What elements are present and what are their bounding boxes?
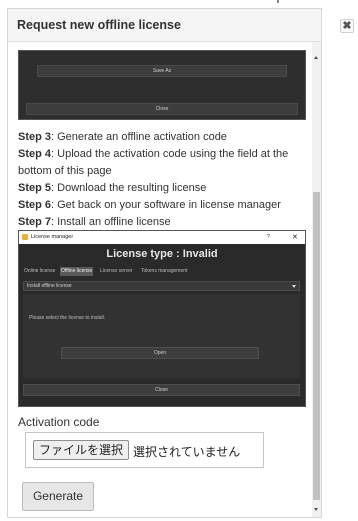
scroll-thumb[interactable]: [313, 192, 320, 500]
tab-offline-license: Offline license: [60, 267, 94, 276]
divider: [277, 0, 279, 3]
step-line: Step 3: Generate an offline activation c…: [18, 131, 227, 143]
license-manager-titlebar: License manager ? ✕: [19, 231, 305, 244]
open-button-image: Open: [61, 347, 259, 359]
screenshot-license-manager: License manager ? ✕ License type : Inval…: [18, 230, 306, 407]
step-line: Step 6: Get back on your software in lic…: [18, 199, 281, 211]
step-line: Step 4: Upload the activation code using…: [18, 148, 289, 160]
close-button-image: Close: [23, 384, 300, 396]
dialog-header: Request new offline license: [8, 9, 321, 42]
dialog-close-button[interactable]: ✖: [340, 19, 354, 33]
chevron-down-icon: [292, 285, 296, 288]
scroll-down-icon[interactable]: [314, 508, 318, 511]
license-action-select: Install offline license: [23, 281, 300, 291]
instruction-steps: Step 3: Generate an offline activation c…: [18, 129, 308, 231]
close-button-image: Close: [26, 103, 298, 115]
tab-license-server: License server: [100, 268, 133, 274]
select-license-note: Please select the license to install.: [29, 315, 106, 321]
app-icon: [22, 234, 28, 240]
activation-file-input: ファイルを選択 選択されていません: [25, 432, 264, 468]
help-icon: ?: [267, 234, 271, 240]
license-manager-panel: Please select the license to install. Op…: [23, 294, 300, 378]
scrollbar[interactable]: [312, 42, 321, 517]
generate-button[interactable]: Generate: [22, 482, 94, 511]
file-status-text: 選択されていません: [133, 445, 241, 459]
tab-tokens-management: Tokens management: [141, 268, 188, 274]
screenshot-save-dialog: Save As Close: [18, 50, 306, 120]
step-line: Step 5: Download the resulting license: [18, 182, 207, 194]
close-icon: ✕: [292, 234, 298, 241]
dialog-content: Save As Close Step 3: Generate an offlin…: [8, 42, 312, 517]
license-type-heading: License type : Invalid: [106, 248, 218, 260]
step-line: bottom of this page: [18, 165, 112, 177]
choose-file-button[interactable]: ファイルを選択: [33, 440, 130, 460]
step-line: Step 7: Install an offline license: [18, 216, 171, 228]
dialog-title: Request new offline license: [17, 18, 181, 32]
tab-online-license: Online license: [24, 268, 56, 274]
activation-code-label: Activation code: [18, 415, 100, 429]
save-as-button-image: Save As: [37, 65, 287, 77]
scroll-up-icon[interactable]: [314, 56, 318, 59]
offline-license-dialog: Request new offline license Save As Clos…: [7, 8, 322, 518]
license-manager-title: License manager: [31, 234, 74, 240]
